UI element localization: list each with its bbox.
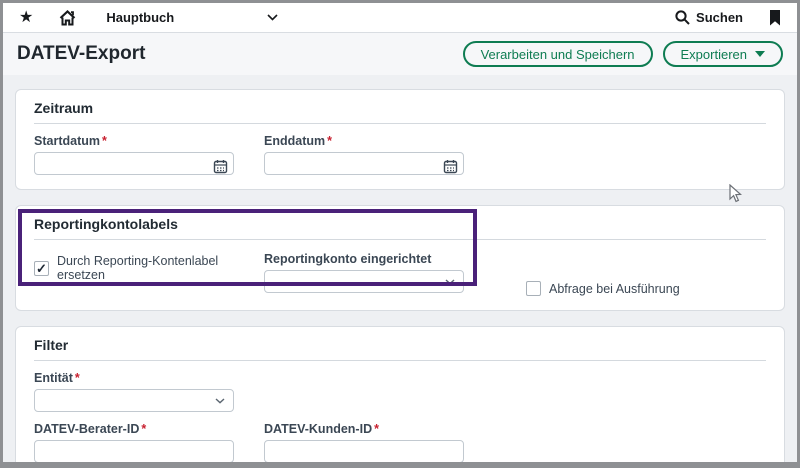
search-icon: [675, 10, 690, 25]
page-content: Zeitraum Startdatum * Enddatum * Reporti…: [3, 75, 797, 462]
top-navigation-bar: ★ Hauptbuch Suchen: [3, 3, 797, 33]
home-icon[interactable]: [59, 9, 76, 26]
datev-berater-id-input[interactable]: [34, 440, 234, 462]
favorites-star-icon[interactable]: ★: [19, 9, 33, 26]
prompt-checkbox-label: Abfrage bei Ausführung: [549, 281, 680, 296]
required-marker: *: [327, 134, 332, 148]
calendar-icon[interactable]: [443, 159, 458, 174]
section-title-zeitraum: Zeitraum: [34, 100, 766, 124]
required-marker: *: [74, 371, 80, 385]
chevron-down-icon: [445, 278, 455, 285]
required-marker: *: [374, 422, 379, 436]
section-zeitraum: Zeitraum Startdatum * Enddatum *: [15, 89, 785, 190]
startdatum-label: Startdatum: [34, 134, 100, 148]
search-control[interactable]: Suchen: [675, 10, 743, 25]
enddatum-input[interactable]: [264, 152, 464, 175]
section-filter: Filter Entität * DATEV-Berater-ID * DATE…: [15, 326, 785, 462]
app-window: ★ Hauptbuch Suchen DATEV-Export Verarbei…: [0, 0, 800, 468]
prompt-on-run-checkbox[interactable]: [526, 281, 541, 296]
chevron-down-icon: [267, 14, 278, 21]
datev-berater-id-label: DATEV-Berater-ID: [34, 422, 140, 436]
chevron-down-icon: [215, 397, 225, 404]
page-title: DATEV-Export: [17, 43, 146, 64]
entitaet-label: Entität: [34, 371, 73, 385]
caret-down-icon: [755, 51, 765, 57]
page-header: DATEV-Export Verarbeiten und Speichern E…: [3, 33, 797, 75]
datev-kunden-id-label: DATEV-Kunden-ID: [264, 422, 373, 436]
entitaet-select[interactable]: [34, 389, 234, 412]
search-label: Suchen: [696, 10, 743, 25]
module-dropdown[interactable]: Hauptbuch: [106, 10, 278, 25]
process-and-save-button[interactable]: Verarbeiten und Speichern: [462, 41, 653, 67]
reportingkonto-label: Reportingkonto eingerichtet: [264, 252, 432, 266]
module-dropdown-label: Hauptbuch: [106, 10, 175, 25]
section-reportingkontolabels: Reportingkontolabels Durch Reporting-Kon…: [15, 205, 785, 311]
replace-checkbox-label: Durch Reporting-Kontenlabel ersetzen: [57, 254, 219, 282]
enddatum-label: Enddatum: [264, 134, 326, 148]
section-title-reportingkontolabels: Reportingkontolabels: [34, 216, 766, 240]
calendar-icon[interactable]: [213, 159, 228, 174]
export-button[interactable]: Exportieren: [662, 41, 783, 67]
required-marker: *: [141, 422, 147, 436]
bookmark-icon[interactable]: [769, 9, 781, 26]
replace-with-reporting-label-checkbox[interactable]: [34, 260, 49, 276]
datev-kunden-id-input[interactable]: [264, 440, 464, 462]
section-title-filter: Filter: [34, 337, 766, 361]
required-marker: *: [101, 134, 107, 148]
reportingkonto-select[interactable]: [264, 270, 464, 293]
startdatum-input[interactable]: [34, 152, 234, 175]
